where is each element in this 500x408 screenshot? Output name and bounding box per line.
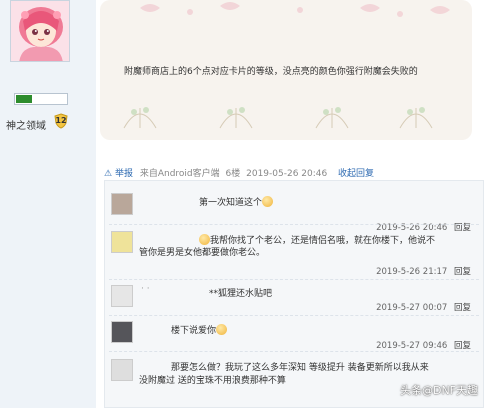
anime-girl-avatar-icon [11,1,69,61]
user-title: 神之领域 [6,121,46,132]
emoji-icon [262,196,274,207]
separator [109,351,479,352]
reply-avatar[interactable] [111,359,133,381]
reply-avatar[interactable] [111,285,133,307]
level-number: 12 [55,116,67,125]
reply-prefix: · · [141,284,150,294]
level-progress-bar [14,93,68,105]
reply-avatar[interactable] [111,231,133,253]
reply-text: 楼下说爱你 [171,324,228,338]
separator [109,315,479,316]
report-link[interactable]: 举报 [115,169,133,179]
reply-button[interactable]: 回复 [454,303,471,313]
reply-text: **狐狸还水贴吧 [209,289,273,299]
collapse-replies-link[interactable]: 收起回复 [338,169,374,179]
reply-meta: 2019-5-27 00:07 回复 [376,301,471,313]
reply-text: 第一次知道这个 [199,196,274,210]
reply-timestamp: 2019-5-27 00:07 [376,303,448,313]
reply-meta: 2019-5-26 21:17 回复 [376,265,471,277]
author-sidebar: 神之领域 12 [0,0,96,408]
author-avatar[interactable] [10,0,70,62]
reply-button[interactable]: 回复 [454,341,471,351]
level-progress-fill [16,95,32,103]
source-label: 来自Android客户端 [139,169,220,179]
reply-text: 我帮你找了个老公，还是情侣名哦，就在你楼下，他说不 [199,234,435,248]
post-meta-bar: ⚠ 举报 来自Android客户端 6楼 2019-05-26 20:46 收起… [104,166,374,179]
watermark: 头条@DNF天趣 [399,384,478,397]
separator [109,224,479,225]
reply-timestamp: 2019-5-27 09:46 [376,341,448,351]
level-badge: 12 [53,113,69,129]
emoji-icon [216,324,228,335]
reply-list: 第一次知道这个 2019-5-26 20:46 回复 我帮你找了个老公，还是情侣… [104,180,484,408]
reply-avatar[interactable] [111,321,133,343]
reply-text: 那要怎么做？我玩了这么多年深知 等级提升 装备更新所以我从来 [171,363,429,373]
reply-text-line2: 管你是男是女他都要做你老公。 [139,248,266,258]
reply-meta: 2019-5-26 20:46 回复 [376,221,471,233]
floor-number: 6楼 [225,169,241,179]
reply-text-line2: 没附魔过 送的宝珠不用浪费那种不算 [139,376,286,386]
reply-meta: 2019-5-27 09:46 回复 [376,339,471,351]
reply-timestamp: 2019-5-26 21:17 [376,267,448,277]
reply-avatar[interactable] [111,193,133,215]
report-icon[interactable]: ⚠ [104,169,112,179]
separator [109,279,479,280]
reply-button[interactable]: 回复 [454,267,471,277]
post-content-card: 附魔师商店上的6个点对应卡片的等级，没点亮的颜色你强行附魔会失败的 [100,0,472,140]
post-text: 附魔师商店上的6个点对应卡片的等级，没点亮的颜色你强行附魔会失败的 [124,67,418,77]
emoji-icon [199,234,210,245]
post-timestamp: 2019-05-26 20:46 [246,169,328,179]
